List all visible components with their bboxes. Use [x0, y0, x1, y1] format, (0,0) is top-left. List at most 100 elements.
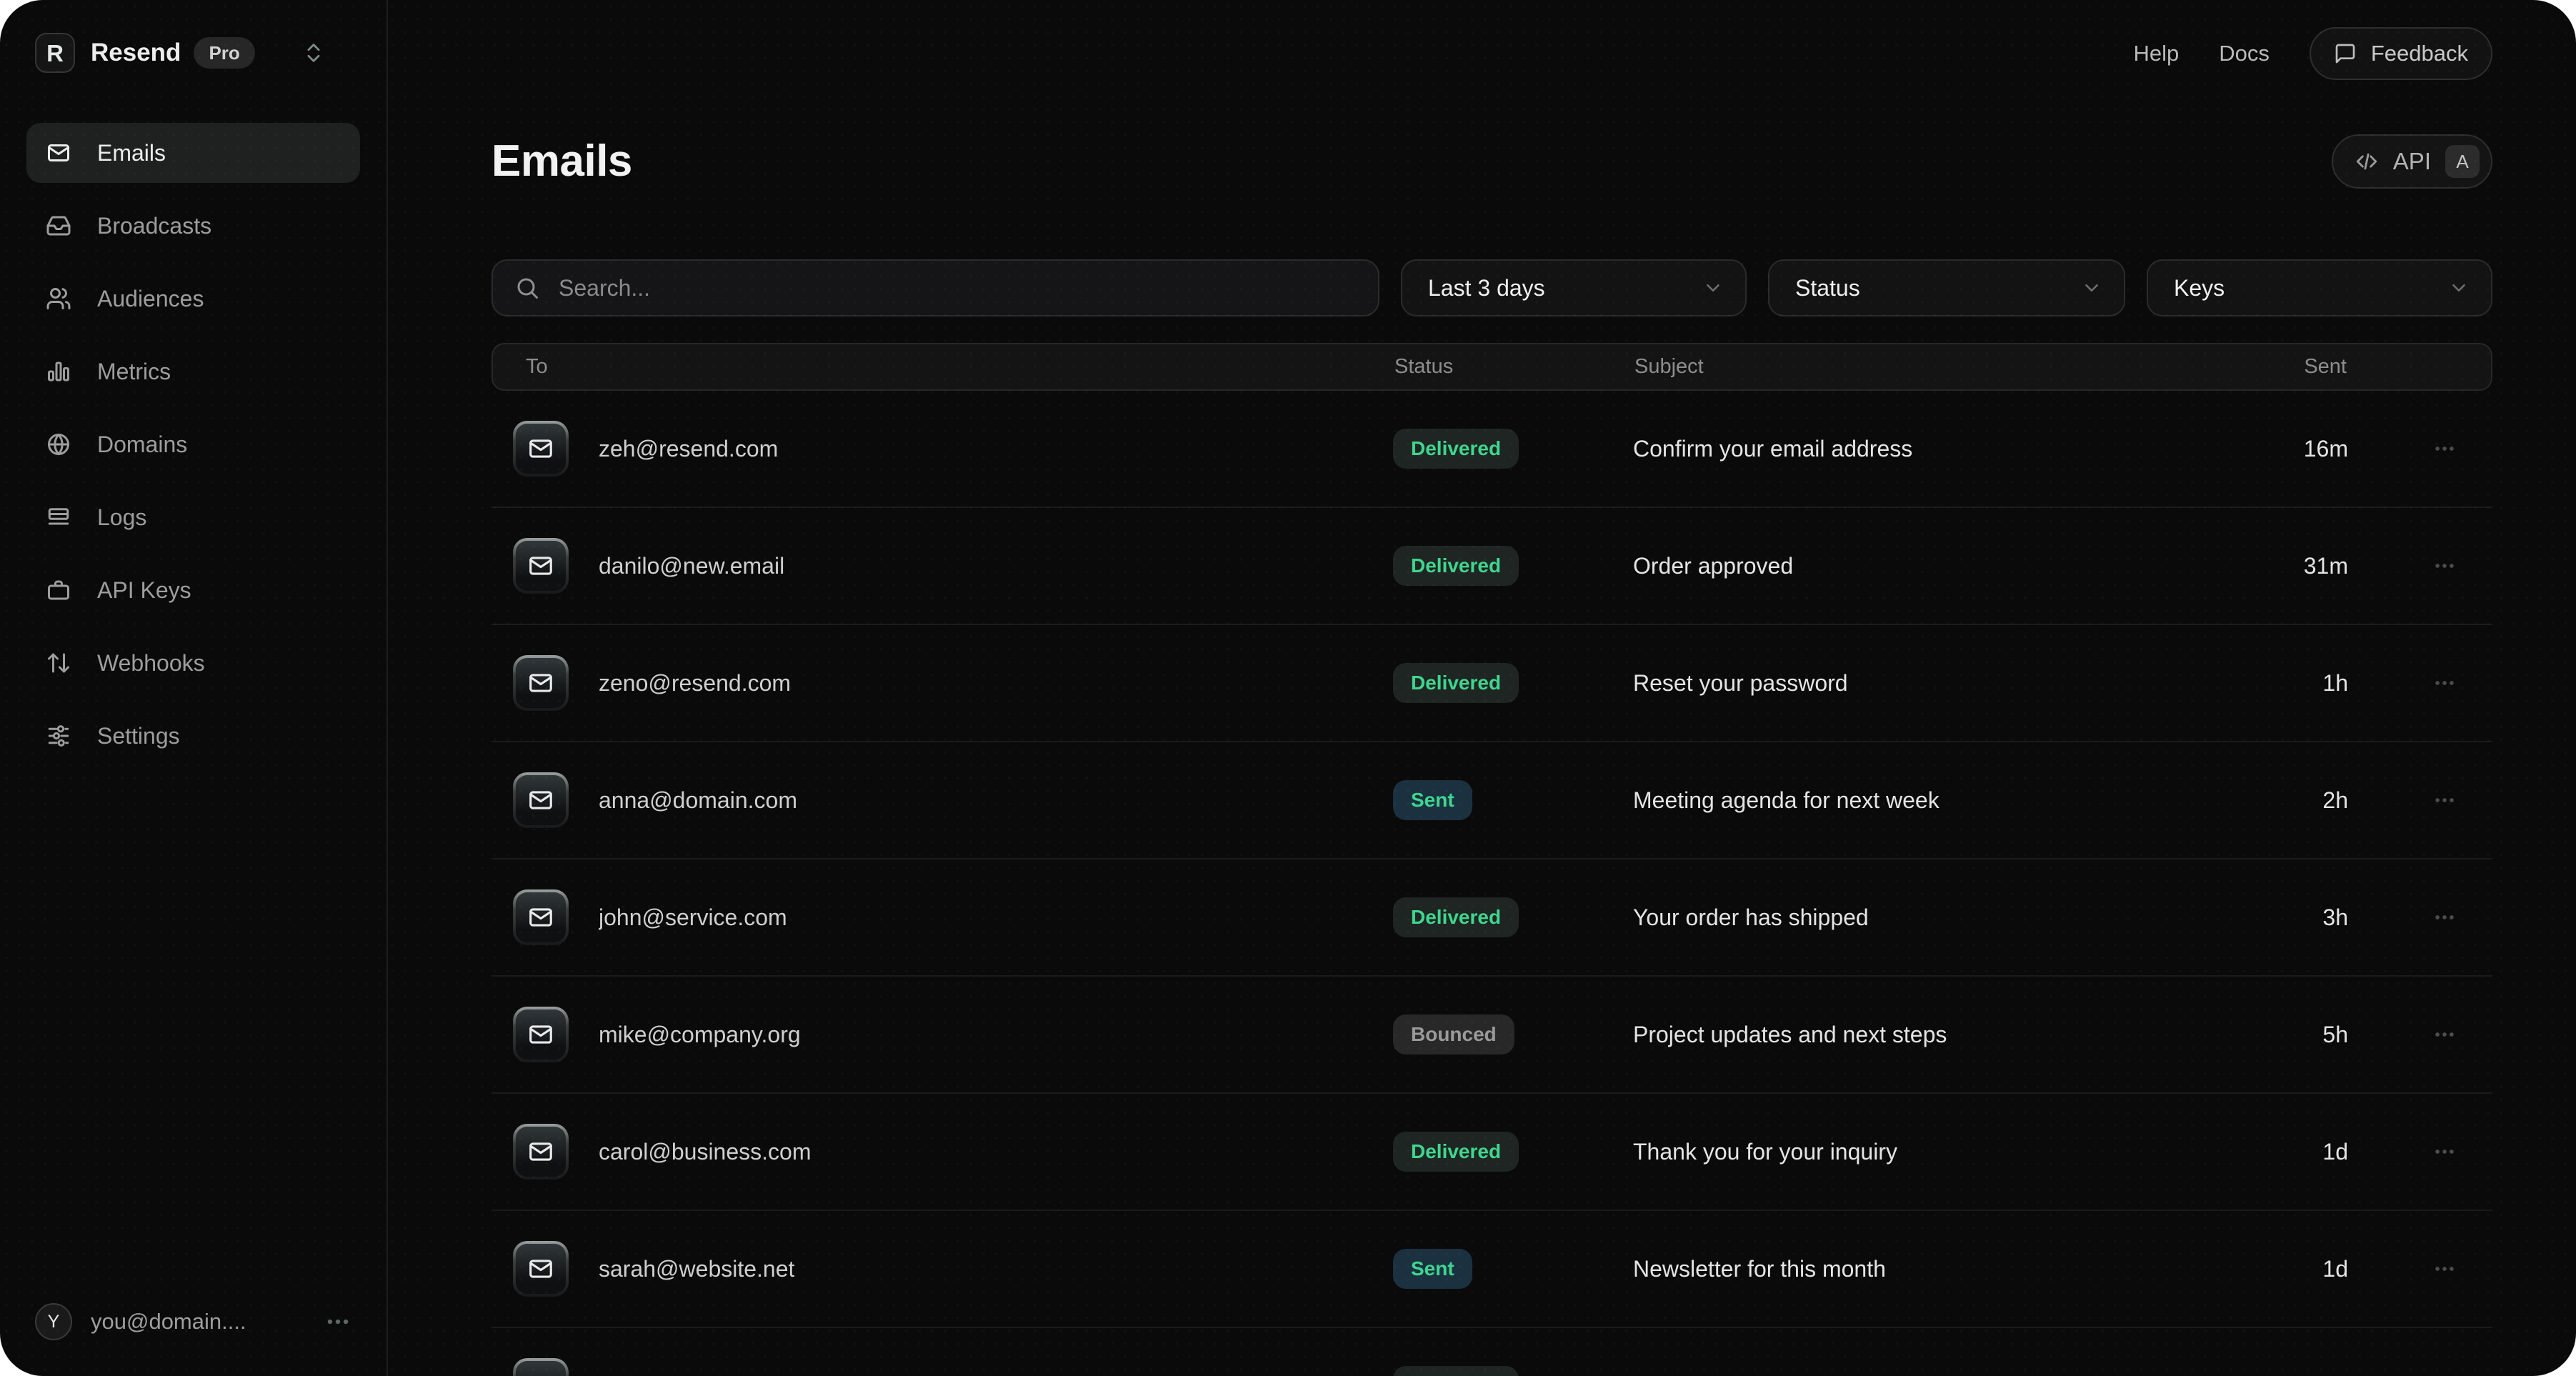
status-badge: Sent [1393, 780, 1472, 820]
mail-icon [527, 1138, 554, 1165]
filter-dropdown-last-3-days[interactable]: Last 3 days [1401, 259, 1747, 316]
sidebar-item-metrics[interactable]: Metrics [26, 341, 360, 402]
row-menu-ellipsis-icon[interactable] [2432, 437, 2457, 461]
table-row[interactable]: zeh@resend.com Delivered Confirm your em… [491, 391, 2492, 508]
filter-dropdown-status[interactable]: Status [1768, 259, 2125, 316]
table-row[interactable]: carol@business.com Delivered Thank you f… [491, 1094, 2492, 1211]
status-badge: Delivered [1393, 429, 1519, 469]
feedback-label: Feedback [2371, 41, 2468, 66]
status-badge: Sent [1393, 1249, 1472, 1289]
sidebar-item-label: Settings [97, 723, 180, 749]
sidebar-item-domains[interactable]: Domains [26, 414, 360, 474]
email-tile [513, 889, 569, 945]
dropdown-selected-value: Status [1795, 275, 1860, 301]
mail-icon [527, 435, 554, 462]
filter-row: Last 3 days Status Keys [491, 259, 2492, 316]
rows-icon [46, 504, 71, 530]
row-menu-ellipsis-icon[interactable] [2432, 788, 2457, 812]
code-icon [2355, 149, 2379, 174]
mail-icon [46, 140, 71, 166]
email-tile [513, 1007, 569, 1062]
email-subject: Newsletter for this month [1633, 1256, 2227, 1282]
sidebar-item-webhooks[interactable]: Webhooks [26, 633, 360, 693]
resend-logo: R [35, 33, 75, 73]
inbox-icon [46, 213, 71, 239]
row-menu-ellipsis-icon[interactable] [2432, 1257, 2457, 1281]
feedback-button[interactable]: Feedback [2310, 27, 2492, 80]
sidebar-item-logs[interactable]: Logs [26, 487, 360, 547]
title-row: Emails API A [491, 134, 2492, 189]
email-subject: Project updates and next steps [1633, 1022, 2227, 1048]
email-tile [513, 538, 569, 594]
user-row[interactable]: Y you@domain.... [0, 1303, 386, 1376]
topbar: Help Docs Feedback [491, 0, 2492, 107]
sent-time: 16m [2227, 436, 2348, 462]
table-row[interactable]: mike@company.org Bounced Project updates… [491, 977, 2492, 1094]
sidebar-nav: Emails Broadcasts Audiences Metrics Doma… [0, 123, 386, 1303]
mail-icon [527, 552, 554, 579]
sidebar-item-label: API Keys [97, 577, 191, 604]
topbar-link-help[interactable]: Help [2133, 41, 2179, 66]
chevrons-up-down-icon[interactable] [301, 41, 326, 65]
main-content: Help Docs Feedback Emails API A Last 3 da… [388, 0, 2576, 1376]
chevron-down-icon [1702, 277, 1724, 299]
app-window: R Resend Pro Emails Broadcasts Audiences… [0, 0, 2576, 1376]
sidebar-item-label: Logs [97, 504, 146, 531]
row-menu-ellipsis-icon[interactable] [2432, 554, 2457, 578]
users-icon [46, 286, 71, 311]
sent-time: 2h [2227, 787, 2348, 814]
filter-dropdown-keys[interactable]: Keys [2147, 259, 2492, 316]
globe-icon [46, 432, 71, 457]
arrow-up-down-icon [46, 650, 71, 676]
sidebar-item-settings[interactable]: Settings [26, 706, 360, 766]
mail-icon [527, 1255, 554, 1282]
row-menu-ellipsis-icon[interactable] [2432, 905, 2457, 929]
user-menu-ellipsis-icon[interactable] [324, 1308, 351, 1335]
sidebar-item-audiences[interactable]: Audiences [26, 269, 360, 329]
avatar: Y [35, 1303, 72, 1340]
sidebar-item-api-keys[interactable]: API Keys [26, 560, 360, 620]
sent-time: 3h [2227, 904, 2348, 931]
topbar-links: Help Docs [2133, 41, 2269, 66]
column-header-to: To [493, 355, 1394, 379]
row-menu-ellipsis-icon[interactable] [2432, 1140, 2457, 1164]
sidebar-item-emails[interactable]: Emails [26, 123, 360, 183]
email-tile [513, 1124, 569, 1180]
row-menu-ellipsis-icon[interactable] [2432, 1022, 2457, 1047]
table-row[interactable]: john@service.com Delivered Your order ha… [491, 859, 2492, 977]
table-row[interactable]: zeno@resend.com Delivered Reset your pas… [491, 625, 2492, 742]
email-subject: Your order has shipped [1633, 904, 2227, 931]
recipient-email: danilo@new.email [599, 553, 784, 579]
table-rows: zeh@resend.com Delivered Confirm your em… [491, 391, 2492, 1376]
briefcase-icon [46, 577, 71, 603]
email-tile [513, 1241, 569, 1297]
email-subject: Order approved [1633, 553, 2227, 579]
mail-icon [527, 1021, 554, 1048]
recipient-email: carol@business.com [599, 1139, 811, 1165]
column-header-sent: Sent [2225, 355, 2347, 379]
sent-time: 1d [2227, 1139, 2348, 1165]
sidebar-item-broadcasts[interactable]: Broadcasts [26, 196, 360, 256]
table-row[interactable]: sarah@website.net Sent Newsletter for th… [491, 1211, 2492, 1328]
row-menu-ellipsis-icon[interactable] [2432, 671, 2457, 695]
dropdown-selected-value: Keys [2174, 275, 2225, 301]
search-box [491, 259, 1379, 316]
recipient-email: zeno@resend.com [599, 670, 791, 697]
status-badge: Delivered [1393, 897, 1519, 937]
table-row[interactable]: Delivered [491, 1328, 2492, 1376]
recipient-email: john@service.com [599, 904, 787, 931]
sent-time: 31m [2227, 553, 2348, 579]
api-button[interactable]: API A [2332, 134, 2492, 189]
org-switcher-row[interactable]: R Resend Pro [0, 0, 386, 73]
search-input[interactable] [557, 274, 1357, 302]
page-title: Emails [491, 136, 632, 187]
chevron-down-icon [2081, 277, 2102, 299]
email-subject: Meeting agenda for next week [1633, 787, 2227, 814]
table-row[interactable]: danilo@new.email Delivered Order approve… [491, 508, 2492, 625]
table-row[interactable]: anna@domain.com Sent Meeting agenda for … [491, 742, 2492, 859]
topbar-link-docs[interactable]: Docs [2219, 41, 2270, 66]
sent-time: 5h [2227, 1022, 2348, 1048]
user-email: you@domain.... [91, 1309, 246, 1335]
sidebar-item-label: Audiences [97, 286, 204, 312]
email-subject: Reset your password [1633, 670, 2227, 697]
